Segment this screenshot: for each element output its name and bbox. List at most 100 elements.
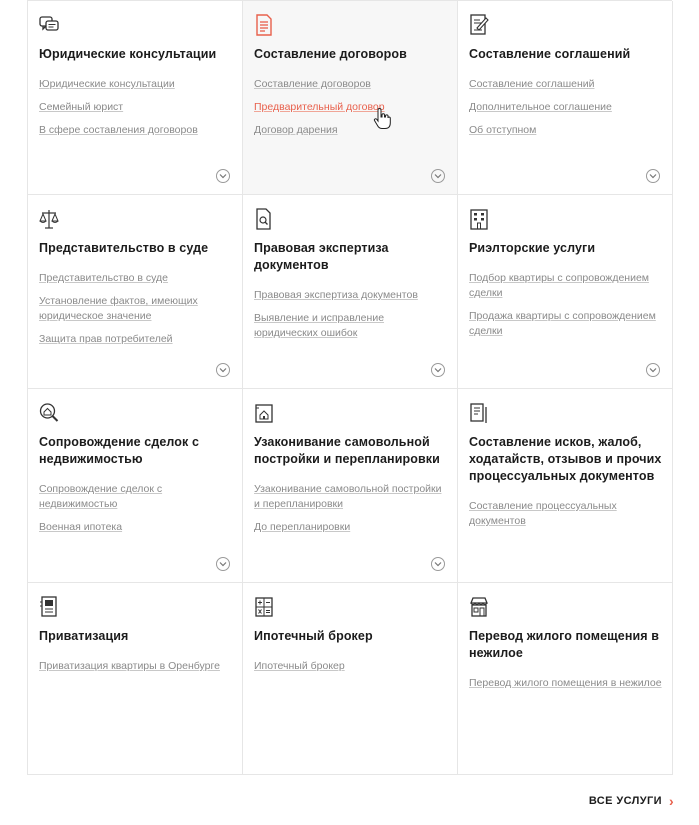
chevron-down-icon (219, 174, 227, 179)
service-link[interactable]: Правовая экспертиза документов (254, 289, 418, 301)
service-card: Узаконивание самовольной постройки и пер… (243, 389, 458, 583)
service-link[interactable]: Семейный юрист (39, 101, 123, 113)
service-title[interactable]: Представительство в суде (39, 240, 232, 257)
service-link[interactable]: В сфере составления договоров (39, 124, 198, 136)
service-link[interactable]: Составление договоров (254, 78, 371, 90)
list-item: Продажа квартиры с сопровождением сделки (469, 308, 662, 338)
list-item: Дополнительное соглашение (469, 99, 662, 114)
calculator-icon (254, 596, 274, 618)
list-item: До перепланировки (254, 519, 447, 534)
scales-icon (39, 208, 59, 230)
service-title[interactable]: Составление исков, жалоб, ходатайств, от… (469, 434, 662, 485)
service-link[interactable]: Составление соглашений (469, 78, 595, 90)
service-card: Правовая экспертиза документов Правовая … (243, 195, 458, 389)
service-link[interactable]: Ипотечный брокер (254, 660, 345, 672)
service-card: Составление исков, жалоб, ходатайств, от… (458, 389, 673, 583)
service-card: Перевод жилого помещения в нежилое Перев… (458, 583, 673, 775)
service-link[interactable]: Приватизация квартиры в Оренбурге (39, 660, 220, 672)
chevron-down-icon (434, 174, 442, 179)
service-card: Составление соглашений Составление согла… (458, 1, 673, 195)
service-title[interactable]: Ипотечный брокер (254, 628, 447, 645)
service-card: Ипотечный брокер Ипотечный брокер (243, 583, 458, 775)
service-card: Приватизация Приватизация квартиры в Оре… (28, 583, 243, 775)
list-item: Правовая экспертиза документов (254, 287, 447, 302)
expand-chevron-button[interactable] (216, 363, 230, 377)
expand-chevron-button[interactable] (216, 169, 230, 183)
expand-chevron-button[interactable] (431, 169, 445, 183)
list-item: Договор дарения (254, 122, 447, 137)
list-item: Защита прав потребителей (39, 331, 232, 346)
service-link[interactable]: Установление фактов, имеющих юридическое… (39, 295, 198, 322)
hand-pointer-cursor-icon (373, 108, 391, 129)
house-plan-icon (254, 402, 274, 424)
expand-chevron-button[interactable] (646, 363, 660, 377)
service-link[interactable]: Юридические консультации (39, 78, 175, 90)
chevron-down-icon (219, 562, 227, 567)
list-item: Составление процессуальных документов (469, 498, 662, 528)
service-link[interactable]: Договор дарения (254, 124, 338, 136)
list-item: Составление договоров (254, 76, 447, 91)
list-item: Юридические консультации (39, 76, 232, 91)
list-item: Сопровождение сделок с недвижимостью (39, 481, 232, 511)
chat-bubbles-icon (39, 14, 59, 36)
list-item: Перевод жилого помещения в нежилое (469, 675, 662, 690)
chevron-down-icon (434, 368, 442, 373)
all-services-label: ВСЕ УСЛУГИ (588, 795, 662, 807)
list-item: Составление соглашений (469, 76, 662, 91)
list-item: Узаконивание самовольной постройки и пер… (254, 481, 447, 511)
expand-chevron-button[interactable] (646, 169, 660, 183)
service-link[interactable]: Об отступном (469, 124, 536, 136)
service-title[interactable]: Составление соглашений (469, 46, 662, 63)
service-card: Риэлторские услуги Подбор квартиры с соп… (458, 195, 673, 389)
service-link[interactable]: Подбор квартиры с сопровождением сделки (469, 272, 649, 299)
list-item: В сфере составления договоров (39, 122, 232, 137)
service-link[interactable]: Составление процессуальных документов (469, 500, 617, 527)
service-link[interactable]: Защита прав потребителей (39, 333, 173, 345)
expand-chevron-button[interactable] (216, 557, 230, 571)
service-link[interactable]: Узаконивание самовольной постройки и пер… (254, 483, 442, 510)
list-item: Приватизация квартиры в Оренбурге (39, 658, 232, 673)
service-card: Составление договоров Составление догово… (243, 1, 458, 195)
service-link[interactable]: До перепланировки (254, 521, 350, 533)
service-link[interactable]: Дополнительное соглашение (469, 101, 612, 113)
service-title[interactable]: Юридические консультации (39, 46, 232, 63)
service-card: Юридические консультации Юридические кон… (28, 1, 243, 195)
document-search-icon (254, 208, 274, 230)
list-item: Подбор квартиры с сопровождением сделки (469, 270, 662, 300)
house-magnifier-icon (39, 402, 59, 424)
chevron-down-icon (649, 174, 657, 179)
service-link[interactable]: Военная ипотека (39, 521, 122, 533)
document-pen-icon (469, 14, 489, 36)
service-title[interactable]: Приватизация (39, 628, 232, 645)
list-item: Предварительный договор (254, 99, 447, 114)
service-link[interactable]: Перевод жилого помещения в нежилое (469, 677, 662, 689)
services-grid: Юридические консультации Юридические кон… (27, 0, 673, 775)
list-item: Представительство в суде (39, 270, 232, 285)
chevron-right-icon: › (668, 792, 674, 809)
service-link-hovered[interactable]: Предварительный договор (254, 101, 385, 113)
documents-stack-icon (469, 402, 489, 424)
expand-chevron-button[interactable] (431, 557, 445, 571)
list-item: Семейный юрист (39, 99, 232, 114)
service-link[interactable]: Продажа квартиры с сопровождением сделки (469, 310, 656, 337)
service-title[interactable]: Правовая экспертиза документов (254, 240, 447, 274)
document-red-icon (254, 14, 274, 36)
service-card: Представительство в суде Представительст… (28, 195, 243, 389)
expand-chevron-button[interactable] (431, 363, 445, 377)
all-services-link[interactable]: ВСЕ УСЛУГИ › (588, 792, 674, 809)
service-link[interactable]: Представительство в суде (39, 272, 168, 284)
list-item: Военная ипотека (39, 519, 232, 534)
service-title[interactable]: Составление договоров (254, 46, 447, 63)
service-title[interactable]: Перевод жилого помещения в нежилое (469, 628, 662, 662)
building-icon (469, 208, 489, 230)
service-title[interactable]: Сопровождение сделок с недвижимостью (39, 434, 232, 468)
list-item: Об отступном (469, 122, 662, 137)
chevron-down-icon (649, 368, 657, 373)
list-item: Установление фактов, имеющих юридическое… (39, 293, 232, 323)
service-link[interactable]: Сопровождение сделок с недвижимостью (39, 483, 162, 510)
service-title[interactable]: Узаконивание самовольной постройки и пер… (254, 434, 447, 468)
service-card: Сопровождение сделок с недвижимостью Соп… (28, 389, 243, 583)
service-title[interactable]: Риэлторские услуги (469, 240, 662, 257)
service-link[interactable]: Выявление и исправление юридических ошиб… (254, 312, 384, 339)
list-item: Ипотечный брокер (254, 658, 447, 673)
